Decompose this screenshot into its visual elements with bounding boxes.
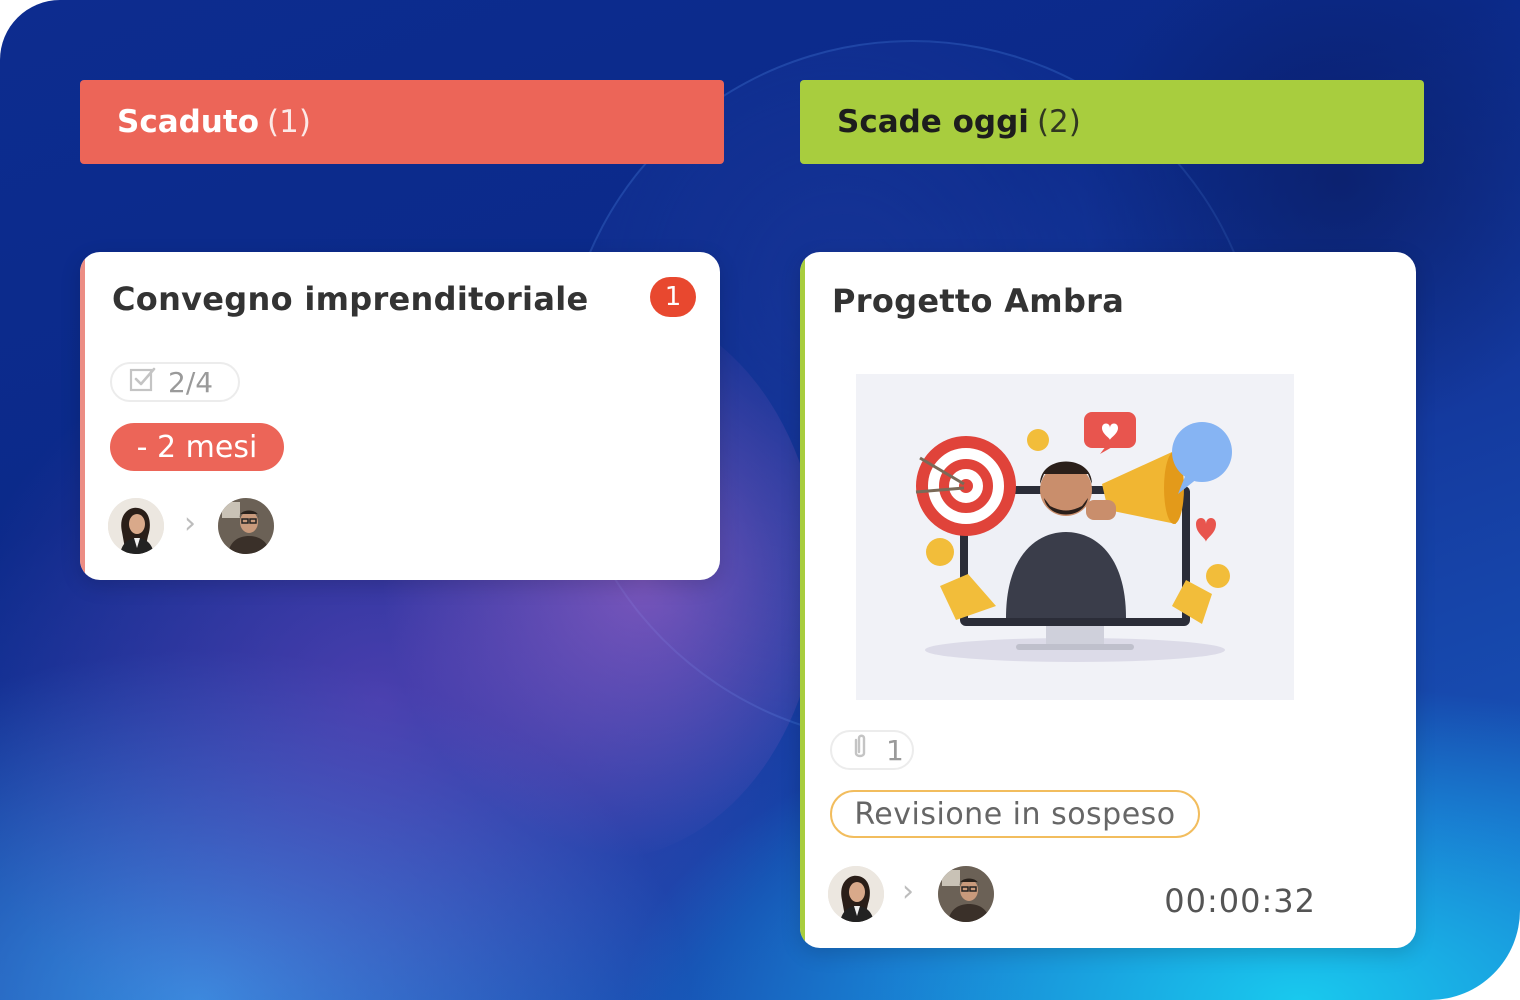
checklist-progress: 2/4 (168, 365, 214, 399)
column-title: Scaduto (117, 104, 259, 140)
card-title: Convegno imprenditoriale (112, 280, 589, 318)
chevron-right-icon: › (902, 874, 914, 909)
card-accent-stripe (80, 252, 85, 580)
board-background: Scaduto (1) Scade oggi (2) Convegno impr… (0, 0, 1520, 1000)
column-count: (2) (1036, 104, 1081, 140)
avatar-woman[interactable] (108, 498, 164, 554)
avatar-woman[interactable] (828, 866, 884, 922)
card-accent-stripe (800, 252, 805, 948)
paperclip-icon (846, 732, 876, 769)
column-header-due-today[interactable]: Scade oggi (2) (800, 80, 1424, 164)
card-cover-image (856, 374, 1294, 700)
column-title: Scade oggi (837, 104, 1029, 140)
due-date-badge: - 2 mesi (110, 423, 284, 471)
attachments-chip[interactable]: 1 (830, 730, 914, 770)
avatar-man[interactable] (938, 866, 994, 922)
avatar-man[interactable] (218, 498, 274, 554)
checklist-chip[interactable]: 2/4 (110, 362, 240, 402)
task-card[interactable]: Progetto Ambra 1 Revisione in sospeso › … (800, 252, 1416, 948)
notification-badge: 1 (650, 277, 696, 317)
chevron-right-icon: › (184, 506, 196, 541)
column-header-overdue[interactable]: Scaduto (1) (80, 80, 724, 164)
column-count: (1) (267, 104, 311, 140)
checkbox-icon (128, 364, 158, 401)
task-card[interactable]: Convegno imprenditoriale 1 2/4 - 2 mesi … (80, 252, 720, 580)
status-badge[interactable]: Revisione in sospeso (830, 790, 1200, 838)
card-title: Progetto Ambra (832, 282, 1125, 320)
attachments-count: 1 (886, 733, 904, 767)
time-tracker[interactable]: 00:00:32 (1164, 882, 1316, 920)
